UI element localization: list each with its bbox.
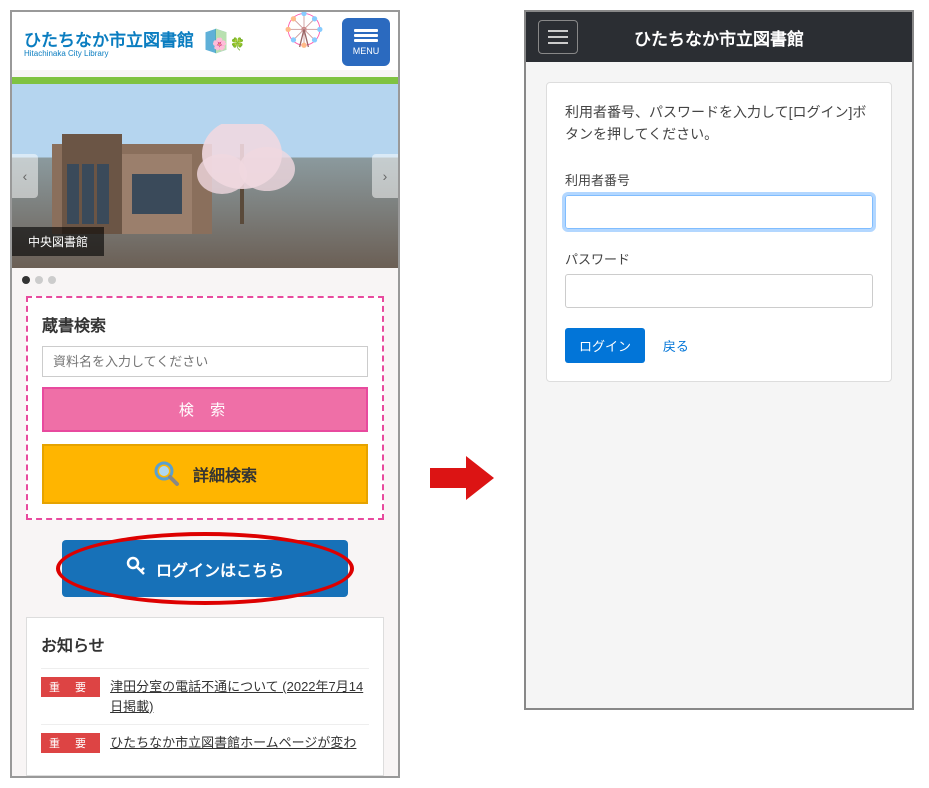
advanced-search-button[interactable]: 詳細検索 xyxy=(42,444,368,504)
ferris-wheel-icon xyxy=(282,10,326,57)
site-title: ひたちなか市立図書館 xyxy=(24,31,194,50)
search-input[interactable] xyxy=(42,346,368,377)
news-item: 重 要 ひたちなか市立図書館ホームページが変わ xyxy=(41,724,369,761)
news-link[interactable]: 津田分室の電話不通について (2022年7月14日掲載) xyxy=(110,677,369,716)
carousel-dot[interactable] xyxy=(35,276,43,284)
catalog-search-box: 蔵書検索 検 索 詳細検索 xyxy=(26,296,384,520)
login-submit-button[interactable]: ログイン xyxy=(565,328,645,363)
login-instruction: 利用者番号、パスワードを入力して[ログイン]ボタンを押してください。 xyxy=(565,101,873,146)
key-icon xyxy=(126,556,146,581)
carousel-prev-button[interactable]: ‹ xyxy=(12,154,38,198)
news-item: 重 要 津田分室の電話不通について (2022年7月14日掲載) xyxy=(41,668,369,724)
menu-button[interactable]: MENU xyxy=(342,18,390,66)
right-screen: ひたちなか市立図書館 利用者番号、パスワードを入力して[ログイン]ボタンを押して… xyxy=(524,10,914,710)
login-button-wrap: ログインはこちら xyxy=(62,540,348,597)
news-link[interactable]: ひたちなか市立図書館ホームページが変わ xyxy=(110,733,356,753)
site-header: ひたちなか市立図書館 Hitachinaka City Library 🌸 🍀 … xyxy=(12,12,398,70)
hamburger-button[interactable] xyxy=(538,20,578,54)
carousel-dot[interactable] xyxy=(48,276,56,284)
advanced-search-label: 詳細検索 xyxy=(193,462,257,486)
hero-caption: 中央図書館 xyxy=(12,227,104,256)
important-tag: 重 要 xyxy=(41,733,100,753)
password-label: パスワード xyxy=(565,249,873,268)
search-button[interactable]: 検 索 xyxy=(42,387,368,432)
news-title: お知らせ xyxy=(41,632,369,656)
user-id-label: 利用者番号 xyxy=(565,170,873,189)
magnifier-icon xyxy=(153,460,181,488)
login-header: ひたちなか市立図書館 xyxy=(526,12,912,62)
flower-decoration-icon: 🌸 🍀 xyxy=(212,37,245,51)
hero-carousel: ‹ › 中央図書館 xyxy=(12,84,398,268)
login-here-label: ログインはこちら xyxy=(156,557,284,581)
logo[interactable]: ひたちなか市立図書館 Hitachinaka City Library xyxy=(24,26,230,58)
user-id-input[interactable] xyxy=(565,195,873,229)
important-tag: 重 要 xyxy=(41,677,100,697)
carousel-dot[interactable] xyxy=(22,276,30,284)
header-decoration xyxy=(12,70,398,84)
arrow-icon xyxy=(430,456,494,503)
left-screen: ひたちなか市立図書館 Hitachinaka City Library 🌸 🍀 … xyxy=(10,10,400,778)
login-site-title: ひたちなか市立図書館 xyxy=(578,25,900,50)
login-here-button[interactable]: ログインはこちら xyxy=(62,540,348,597)
library-building-image xyxy=(52,124,332,234)
password-input[interactable] xyxy=(565,274,873,308)
login-form: 利用者番号、パスワードを入力して[ログイン]ボタンを押してください。 利用者番号… xyxy=(546,82,892,382)
site-subtitle: Hitachinaka City Library xyxy=(24,49,194,58)
carousel-dots xyxy=(22,276,56,284)
search-title: 蔵書検索 xyxy=(42,312,368,336)
back-link[interactable]: 戻る xyxy=(663,339,689,354)
carousel-next-button[interactable]: › xyxy=(372,154,398,198)
news-box: お知らせ 重 要 津田分室の電話不通について (2022年7月14日掲載) 重 … xyxy=(26,617,384,776)
menu-label: MENU xyxy=(353,46,380,56)
